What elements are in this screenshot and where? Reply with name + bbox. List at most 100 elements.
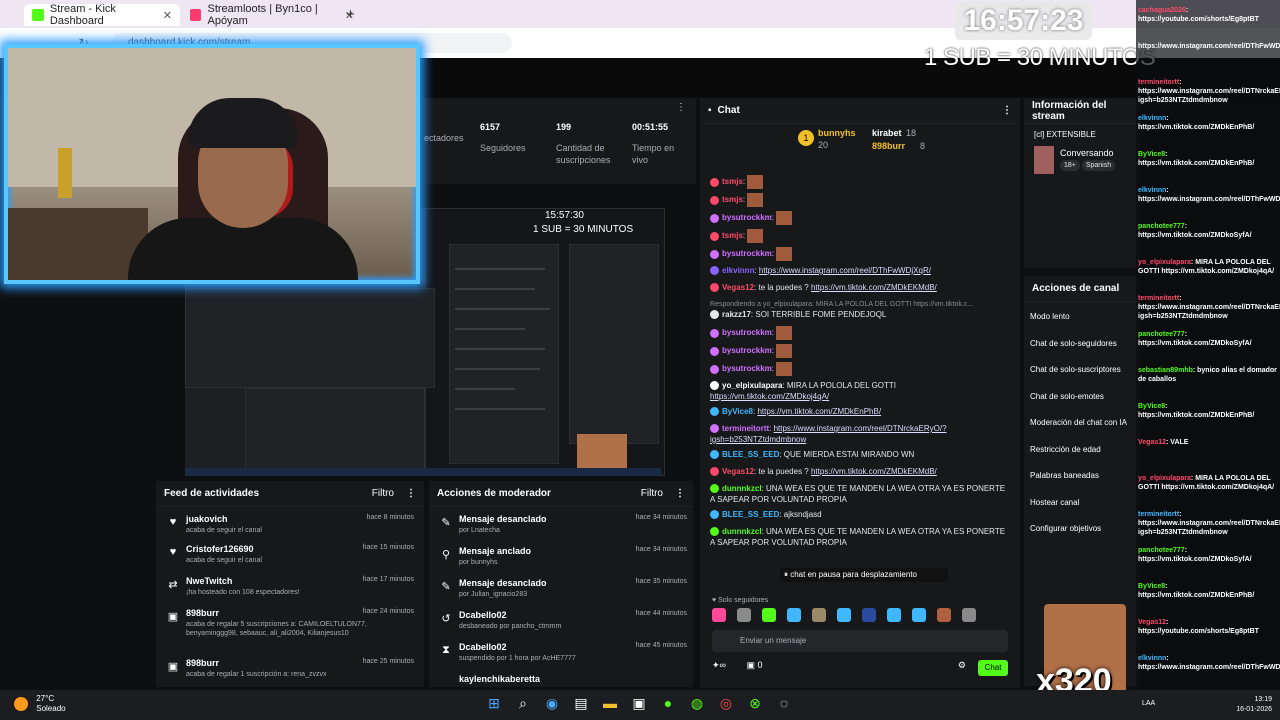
channel-action-item[interactable]: Chat de solo-seguidores [1030,339,1117,348]
list-item[interactable]: ✎ Mensaje desanclado por Lnatecha hace 34 m… [437,514,687,544]
chat-username[interactable]: termineitortt [722,424,769,433]
chat-link[interactable]: https://vm.tiktok.com/ZMDkoj4qA/ [710,392,829,401]
item-name: Dcabello02 [459,642,507,652]
message-input[interactable]: Enviar un mensaje [712,630,1008,652]
chat-username[interactable]: BLEE_SS_EED [722,510,779,519]
channel-action-item[interactable]: Configurar objetivos [1030,524,1101,533]
channel-action-item[interactable]: Modo lento [1030,312,1070,321]
more-icon[interactable]: ⋮ [1002,105,1012,116]
chat-username[interactable]: dunnnkzcl [722,484,762,493]
chat-message[interactable]: Vegas12: te la puedes ? https://vm.tikto… [710,282,1010,293]
chat-username[interactable]: tsmjs [722,195,743,204]
mod-actions: Acciones de moderador Filtro ⋮ ✎ Mensaje … [429,481,693,687]
channel-action-item[interactable]: Palabras baneadas [1030,471,1099,480]
list-item[interactable]: ↺ Dcabello02 desbaneado por pancho_ctmmm ha… [437,610,687,640]
list-item[interactable]: ♥ juakovich acaba de seguir el canal hace 8… [164,514,414,544]
chat-text: : QUE MIERDA ESTAI MIRANDO WN [779,450,915,459]
overlay-chat-message: Vegas12: VALE [1138,439,1189,446]
list-item[interactable]: ⚲ Mensaje anclado por bunnyhs hace 34 minut… [437,546,687,576]
chat-message[interactable]: termineitortt: https://www.instagram.com… [710,423,1010,445]
channel-action-item[interactable]: Moderación del chat con IA [1030,418,1127,427]
list-item[interactable]: ♥ Cristofer126690 acaba de seguir el canal… [164,544,414,574]
chat-link[interactable]: https://vm.tiktok.com/ZMDkEKMdB/ [811,467,937,476]
more-icon[interactable]: ⋮ [675,488,685,499]
chat-username[interactable]: BLEE_SS_EED [722,450,779,459]
list-item[interactable]: ⇄ NweTwitch ¡ha hosteado con 108 espectado… [164,576,414,606]
feed-filter[interactable]: Filtro [372,488,394,499]
item-time: hace 15 minutos [362,544,414,551]
more-icon[interactable]: ⋮ [676,102,686,113]
chat-message[interactable]: tsmjs: [710,175,1010,189]
chat-message[interactable]: elkvinnn: https://www.instagram.com/reel… [710,265,1010,276]
chat-message[interactable]: dunnnkzcl: UNA WEA ES QUE TE MANDEN LA W… [710,526,1010,548]
chat-message[interactable]: tsmjs: [710,229,1010,243]
item-time: hace 45 minutos [635,642,687,649]
item-name: 898burr [186,658,220,668]
item-sub: suspendido por 1 hora por AcHE7777 [459,655,576,662]
channel-action-item[interactable]: Chat de solo-suscriptores [1030,365,1121,374]
channel-action-item[interactable]: Hostear canal [1030,498,1079,507]
chat-username[interactable]: dunnnkzcl [722,527,762,536]
list-item[interactable]: ▣ 898burr acaba de regalar 5 suscripciones… [164,608,414,638]
new-tab-icon[interactable]: + [346,6,355,23]
chat-username[interactable]: bysutrockkm [722,346,772,355]
chat-message[interactable]: dunnnkzcl: UNA WEA ES QUE TE MANDEN LA W… [710,483,1010,505]
viewers-icon: ▣ [746,660,755,670]
chat-username[interactable]: Vegas12 [722,467,754,476]
send-chat-button[interactable]: Chat [978,660,1008,676]
chat-text: : te la puedes ? [754,283,811,292]
close-icon[interactable]: ✕ [163,9,172,22]
tab-streamloots[interactable]: Streamloots | Byn1co | Apóyam ✕ [182,3,362,27]
preview-actions [569,244,659,444]
list-item[interactable]: ▣ 898burr acaba de regalar 1 suscripción a… [164,658,414,688]
obs-icon: ◌ [779,695,789,711]
overlay-chat-message: ByVice8: https://vm.tiktok.com/ZMDkEnPhB… [1138,151,1255,167]
chat-username[interactable]: tsmjs [722,231,743,240]
chat-message[interactable]: bysutrockkm: [710,247,1010,261]
chat-paused-notice[interactable]: ⏸ chat en pausa para desplazamiento [780,568,948,582]
emote-bar[interactable] [712,608,1012,626]
chat-username[interactable]: tsmjs [722,177,743,186]
chat-message[interactable]: bysutrockkm: [710,211,1010,225]
channel-action-item[interactable]: Restricción de edad [1030,445,1101,454]
channel-action-item[interactable]: Chat de solo-emotes [1030,392,1104,401]
preview-chat [449,244,559,464]
chat-username[interactable]: Vegas12 [722,283,754,292]
points-icon[interactable]: ✦∞ [712,660,726,670]
weather-widget[interactable]: 27°C Soleado [14,694,66,714]
badge-icon [710,364,719,374]
more-icon[interactable]: ⋮ [406,488,416,499]
chat-username[interactable]: bysutrockkm [722,328,772,337]
chat-message[interactable]: BLEE_SS_EED: QUE MIERDA ESTAI MIRANDO WN [710,449,1010,460]
chat-link[interactable]: https://www.instagram.com/reel/DThFwWDjX… [759,266,931,275]
chat-username[interactable]: rakzz17 [722,310,751,319]
item-sub: por Julian_ignacio283 [459,591,528,598]
clock-tray[interactable]: 13:19 16-01-2026 [1236,695,1272,715]
list-item[interactable]: ⧗ Dcabello02 suspendido por 1 hora por AcH… [437,642,687,672]
modactions-filter[interactable]: Filtro [641,488,663,499]
chat-username[interactable]: yo_elpixulapara [722,381,782,390]
chat-message[interactable]: tsmjs: [710,193,1010,207]
chat-username[interactable]: elkvinnn [722,266,754,275]
settings-icon[interactable]: ⚙ [958,660,966,671]
list-item[interactable]: ✎ Mensaje desanclado por Julian_ignacio283… [437,578,687,608]
language-indicator[interactable]: LAA [1142,700,1155,707]
chat-username[interactable]: bysutrockkm [722,213,772,222]
chat-username[interactable]: bysutrockkm [722,249,772,258]
chat-message[interactable]: yo_elpixulapara: MIRA LA POLOLA DEL GOTT… [710,380,1010,402]
chat-message[interactable]: Vegas12: te la puedes ? https://vm.tikto… [710,466,1010,477]
chat-message[interactable]: bysutrockkm: [710,344,1010,358]
chat-link[interactable]: https://vm.tiktok.com/ZMDkEKMdB/ [811,283,937,292]
chat-message[interactable]: ByVice8: https://vm.tiktok.com/ZMDkEnPhB… [710,406,1010,417]
chat-username[interactable]: ByVice8 [722,407,753,416]
taskbar-apps[interactable]: ⊞ ⌕ ◉ ▤ ▬ ▣ ● ◍ ◎ ⊗ ◌ [484,695,803,713]
tab-kick-dashboard[interactable]: Stream - Kick Dashboard ✕ [24,3,180,27]
chat-message[interactable]: bysutrockkm: [710,362,1010,376]
badge-icon [710,283,719,293]
chat-message[interactable]: BLEE_SS_EED: ajksndjasd [710,509,1010,520]
item-name: Mensaje desanclado [459,578,547,588]
chat-link[interactable]: https://vm.tiktok.com/ZMDkEnPhB/ [757,407,881,416]
chat-message[interactable]: rakzz17: SOI TERRIBLE FOME PENDEJOQL [710,309,1010,320]
chat-message[interactable]: bysutrockkm: [710,326,1010,340]
chat-username[interactable]: bysutrockkm [722,364,772,373]
